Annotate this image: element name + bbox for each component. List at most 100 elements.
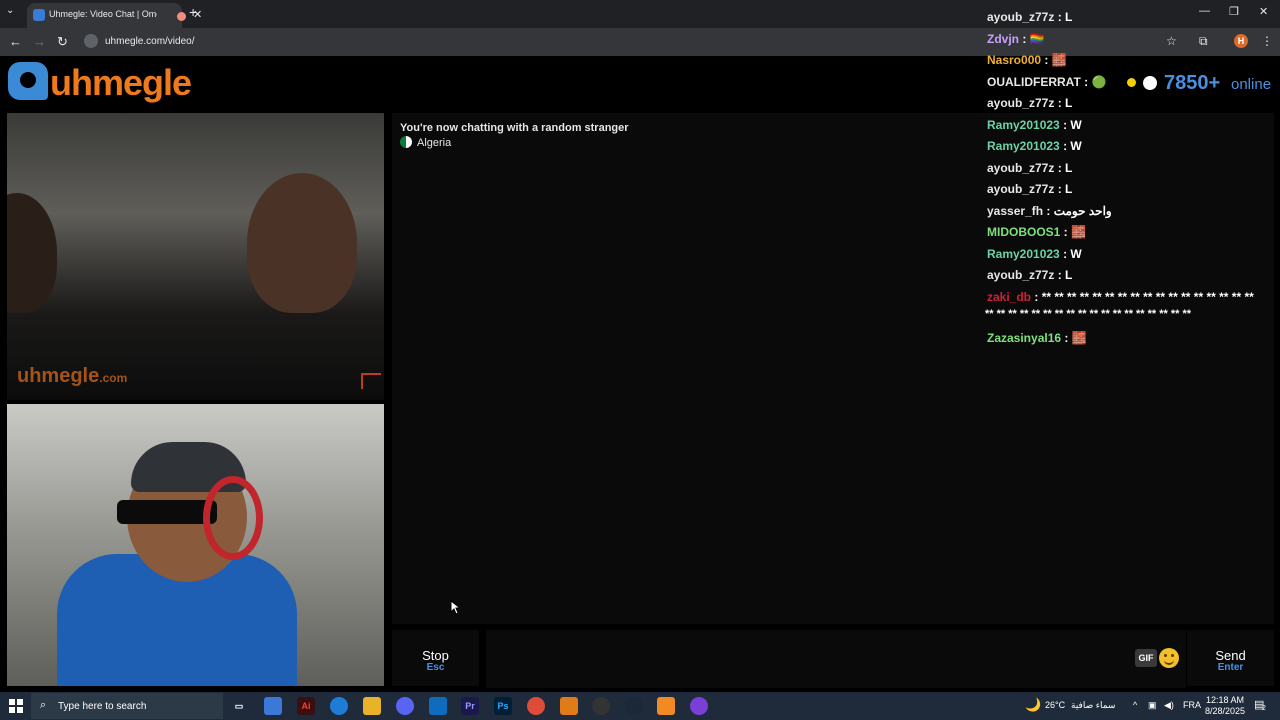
site-info-icon[interactable]: [84, 34, 98, 48]
taskbar-search[interactable]: ⌕ Type here to search: [31, 693, 223, 719]
feed-item: ayoub_z77z : L: [987, 96, 1072, 110]
tray-chevron-icon[interactable]: ^: [1133, 700, 1137, 710]
edge-icon[interactable]: [330, 697, 348, 715]
photoshop-icon[interactable]: Ps: [494, 697, 512, 715]
feed-item: OUALIDFERRAT : 🟢: [987, 75, 1106, 89]
feed-item: Nasro000 : 🧱: [987, 53, 1067, 67]
feed-username[interactable]: ayoub_z77z: [987, 268, 1054, 282]
address-bar[interactable]: uhmegle.com/video/: [80, 31, 980, 53]
minimize-button[interactable]: —: [1199, 5, 1210, 17]
discord-icon[interactable]: [396, 697, 414, 715]
feed-username[interactable]: ayoub_z77z: [987, 96, 1054, 110]
feed-message: 🏳️‍🌈: [1029, 31, 1045, 46]
store-icon[interactable]: [264, 697, 282, 715]
steam-icon[interactable]: [625, 697, 643, 715]
feed-item: MIDOBOOS1 : 🧱: [987, 225, 1086, 239]
uhmegle-logo-icon[interactable]: [8, 62, 48, 100]
network-icon[interactable]: ▣: [1148, 700, 1157, 711]
send-button[interactable]: Send Enter: [1187, 630, 1274, 686]
browser-tab-bar: ⌄ Uhmegle: Video Chat | Ome... ✕ + — ❐ ✕: [0, 0, 1280, 28]
system-clock[interactable]: 12:18 AM 8/28/2025: [1200, 695, 1250, 717]
task-view-icon[interactable]: ▭: [230, 697, 248, 715]
stop-button[interactable]: Stop Esc: [392, 630, 479, 686]
site-logo-text[interactable]: uhmegle: [50, 62, 192, 104]
stranger-person-right: [247, 173, 357, 313]
feed-item: Zdvjn : 🏳️‍🌈: [987, 32, 1045, 46]
algeria-flag-icon: [400, 136, 412, 148]
feed-message: W: [1070, 117, 1082, 132]
feed-username[interactable]: Ramy201023: [987, 139, 1060, 153]
feed-username[interactable]: ayoub_z77z: [987, 10, 1054, 24]
feed-username[interactable]: Ramy201023: [987, 247, 1060, 261]
feed-separator: :: [1059, 246, 1071, 261]
outlook-icon[interactable]: [429, 697, 447, 715]
feed-separator: :: [1054, 160, 1066, 175]
weather-desc[interactable]: سماء صافية: [1071, 700, 1115, 711]
feed-separator: :: [1019, 31, 1030, 46]
extensions-icon[interactable]: ⧉: [1199, 34, 1208, 49]
feed-username[interactable]: Zdvjn: [987, 32, 1019, 46]
chrome-icon[interactable]: [527, 697, 545, 715]
feed-username[interactable]: zaki_db: [987, 290, 1031, 304]
clock-time: 12:18 AM: [1205, 695, 1245, 705]
gif-button[interactable]: GIF: [1135, 649, 1157, 667]
new-tab-button[interactable]: +: [189, 4, 197, 20]
feed-separator: :: [1054, 10, 1066, 24]
file-explorer-icon[interactable]: [363, 697, 381, 715]
feed-item: zaki_db : ** ** ** ** ** ** ** ** ** ** …: [987, 290, 1254, 304]
stranger-person-left: [7, 193, 57, 313]
feed-username[interactable]: Zazasinyal16: [987, 331, 1061, 345]
theme-toggle-icon[interactable]: [1143, 76, 1157, 90]
messenger-icon[interactable]: [690, 697, 708, 715]
chat-log: [392, 113, 1274, 624]
volume-icon[interactable]: ◀): [1164, 700, 1174, 711]
feed-separator: :: [1041, 53, 1052, 67]
obs-icon[interactable]: [592, 697, 610, 715]
forward-icon[interactable]: →: [33, 34, 46, 49]
back-icon[interactable]: ←: [9, 34, 22, 49]
language-indicator[interactable]: FRA: [1183, 700, 1201, 710]
weather-temp[interactable]: 26°C: [1045, 700, 1065, 710]
send-label: Send: [1215, 648, 1246, 663]
feed-item: Ramy201023 : W: [987, 139, 1082, 153]
feed-username[interactable]: OUALIDFERRAT: [987, 75, 1081, 89]
fl-studio-icon[interactable]: [560, 697, 578, 715]
premiere-icon[interactable]: Pr: [461, 697, 479, 715]
self-person-headset: [203, 476, 263, 560]
emoji-icon[interactable]: [1159, 648, 1179, 668]
menu-icon[interactable]: ⋮: [1261, 34, 1273, 48]
self-video: [7, 404, 384, 686]
theme-dot-icon[interactable]: [1127, 78, 1136, 87]
feed-username[interactable]: Ramy201023: [987, 118, 1060, 132]
close-window-button[interactable]: ✕: [1259, 5, 1268, 18]
send-shortcut: Enter: [1217, 662, 1244, 673]
feed-message: L: [1065, 10, 1073, 24]
feed-message: واحد حومت: [1053, 203, 1112, 218]
feed-username[interactable]: MIDOBOOS1: [987, 225, 1060, 239]
reload-icon[interactable]: ↻: [57, 34, 68, 50]
feed-message: 🧱: [1071, 225, 1086, 239]
browser-tab[interactable]: Uhmegle: Video Chat | Ome... ✕: [27, 3, 202, 28]
feed-item: ayoub_z77z : L: [987, 268, 1072, 282]
feed-item: ayoub_z77z : L: [987, 10, 1072, 24]
windows-start-icon[interactable]: [9, 699, 23, 713]
feed-username[interactable]: Nasro000: [987, 53, 1041, 67]
profile-avatar[interactable]: H: [1234, 34, 1248, 48]
app-icon[interactable]: [657, 697, 675, 715]
feed-username[interactable]: ayoub_z77z: [987, 161, 1054, 175]
chat-message-input[interactable]: [486, 630, 1186, 688]
online-label: online: [1231, 76, 1272, 93]
url-text[interactable]: uhmegle.com/video/: [105, 36, 195, 47]
maximize-button[interactable]: ❐: [1229, 5, 1239, 18]
feed-username[interactable]: ayoub_z77z: [987, 182, 1054, 196]
feed-message: W: [1070, 246, 1082, 261]
feed-separator: :: [1031, 289, 1042, 304]
feed-username[interactable]: yasser_fh: [987, 204, 1043, 218]
mouse-cursor-icon: [450, 600, 460, 615]
illustrator-icon[interactable]: Ai: [297, 697, 315, 715]
bookmark-star-icon[interactable]: ☆: [1166, 34, 1177, 48]
report-flag-icon[interactable]: [361, 373, 381, 389]
feed-separator: :: [1054, 182, 1066, 196]
moon-weather-icon[interactable]: 🌙: [1025, 697, 1041, 713]
tab-search-icon[interactable]: ⌄: [6, 5, 14, 16]
